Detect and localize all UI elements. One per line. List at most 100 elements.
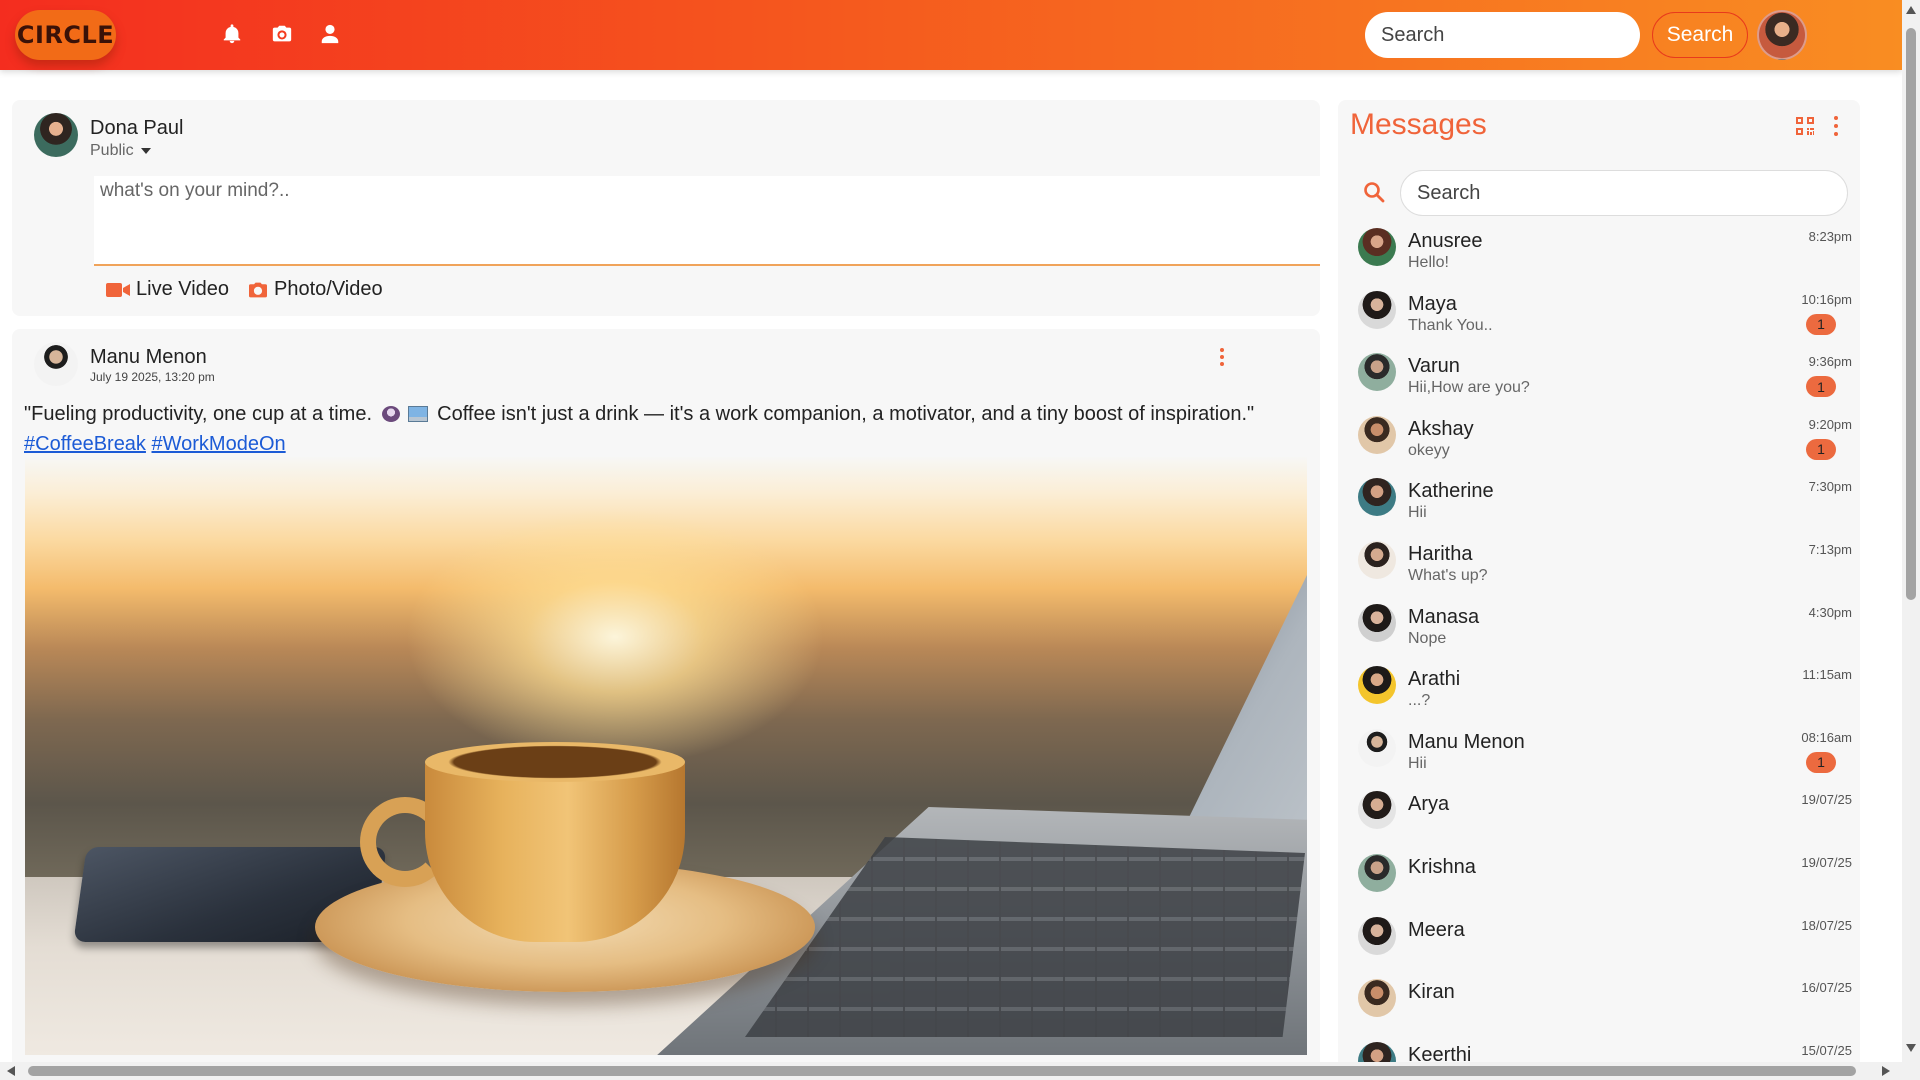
vertical-scrollbar[interactable] [1902,0,1920,1080]
live-video-label: Live Video [136,278,230,300]
horizontal-scrollbar[interactable] [0,1062,1902,1080]
message-time: 8:23pm [1808,229,1852,244]
last-message: okeyy [1408,441,1450,459]
message-time: 9:36pm [1808,354,1852,370]
contact-name: Arya [1408,793,1450,816]
conversation-item[interactable]: Katherine Hii 7:30pm [1338,472,1860,535]
privacy-selector[interactable]: Public [90,142,151,160]
conversation-item[interactable]: Anusree Hello! 8:23pm [1338,222,1860,285]
conversation-item[interactable]: Haritha What's up? 7:13pm [1338,535,1860,598]
camera-icon[interactable] [270,22,294,46]
privacy-label: Public [90,142,134,159]
scroll-right-arrow-icon[interactable] [1882,1066,1890,1076]
message-time: 9:20pm [1808,416,1852,432]
contact-name: Meera [1408,918,1465,941]
message-time: 19/07/25 [1801,792,1852,808]
laptop-emoji-icon [407,406,428,422]
contact-name: Akshay [1408,417,1474,440]
unread-badge: 1 [1806,751,1836,773]
message-time: 15/07/25 [1801,1042,1852,1058]
top-search-input[interactable] [1365,12,1640,58]
messages-title: Messages [1350,108,1487,141]
scroll-down-arrow-icon[interactable] [1906,1044,1916,1052]
conversation-item[interactable]: Maya Thank You.. 10:16pm 1 [1338,285,1860,348]
contact-name: Kiran [1408,981,1455,1004]
contact-avatar [1358,228,1396,266]
conversation-item[interactable]: Arya 19/07/25 [1338,785,1860,848]
coffee-cup-rim [425,742,685,782]
message-time: 08:16am [1801,729,1852,745]
photo-video-button[interactable]: Photo/Video [248,278,383,301]
post-text-part2: Coffee isn't just a drink — it's a work … [437,403,1255,425]
post-author-name[interactable]: Manu Menon [90,346,207,369]
contact-avatar [1358,916,1396,955]
contact-name: Katherine [1408,480,1494,503]
bell-icon[interactable] [220,22,244,46]
last-message: Hello! [1408,254,1449,271]
post-image[interactable] [25,457,1307,1055]
conversation-item[interactable]: Manasa Nope 4:30pm [1338,598,1860,661]
post-options-menu-icon[interactable] [1214,346,1230,368]
last-message: Hii [1408,754,1427,772]
app-logo[interactable]: CIRCLE [15,10,116,60]
conversation-item[interactable]: Akshay okeyy 9:20pm 1 [1338,410,1860,473]
top-navigation-bar: CIRCLE Search [0,0,1902,70]
contact-name: Manu Menon [1408,730,1525,753]
last-message: What's up? [1408,566,1488,584]
vertical-scroll-thumb[interactable] [1906,28,1916,600]
user-icon[interactable] [318,22,342,46]
contact-avatar [1358,353,1396,392]
camera-icon [249,282,267,297]
post-text-input[interactable] [94,176,1320,266]
conversation-item[interactable]: Krishna 19/07/25 [1338,848,1860,911]
message-time: 4:30pm [1808,604,1852,620]
contact-avatar [1358,603,1396,642]
contact-avatar [1358,979,1396,1018]
conversation-item[interactable]: Arathi ...? 11:15am [1338,660,1860,723]
conversation-item[interactable]: Meera 18/07/25 [1338,911,1860,974]
messages-options-icon[interactable] [1832,116,1840,136]
caret-down-icon [140,148,151,154]
profile-avatar[interactable] [1757,10,1807,60]
scroll-up-arrow-icon[interactable] [1906,6,1916,14]
qr-code-icon[interactable] [1795,116,1815,136]
conversation-item[interactable]: Varun Hii,How are you? 9:36pm 1 [1338,347,1860,410]
message-time: 10:16pm [1801,291,1852,307]
conversation-item[interactable]: Kiran 16/07/25 [1338,973,1860,1036]
hashtag-link[interactable]: #CoffeeBreak [24,433,146,455]
contact-name: Manasa [1408,605,1480,628]
last-message: Thank You.. [1408,316,1493,334]
contact-name: Anusree [1408,230,1483,252]
live-video-button[interactable]: Live Video [106,278,229,301]
coffee-emoji-icon [381,406,400,422]
contact-avatar [1358,666,1396,705]
messages-panel: Messages Anusree Hello! 8:23pm Maya Than… [1338,100,1860,1068]
post-composer: Dona Paul Public Live Video Photo/Video [12,100,1320,316]
post-author-avatar[interactable] [34,342,78,386]
messages-search-input[interactable] [1400,170,1848,216]
horizontal-scroll-thumb[interactable] [28,1066,1856,1076]
last-message: Hii,How are you? [1408,379,1530,397]
conversation-item[interactable]: Manu Menon Hii 08:16am 1 [1338,723,1860,786]
contact-avatar [1358,853,1396,892]
laptop-keyboard [745,837,1305,1037]
composer-user-name: Dona Paul [90,117,184,139]
message-time: 18/07/25 [1801,917,1852,933]
hashtag-link[interactable]: #WorkModeOn [152,433,286,455]
feed-post: Manu Menon July 19 2025, 13:20 pm "Fueli… [12,329,1320,1069]
message-time: 16/07/25 [1801,980,1852,996]
top-search-button[interactable]: Search [1652,12,1748,58]
contact-name: Krishna [1408,855,1476,878]
video-camera-icon [106,282,130,297]
unread-badge: 1 [1806,376,1836,398]
contact-avatar [1358,540,1396,579]
unread-badge: 1 [1806,313,1836,335]
photo-video-label: Photo/Video [274,278,383,300]
message-time: 7:30pm [1808,479,1852,495]
contact-avatar [1358,415,1396,454]
scroll-left-arrow-icon[interactable] [7,1066,15,1076]
coffee-cup [425,757,685,942]
message-time: 7:13pm [1808,541,1852,557]
conversation-list: Anusree Hello! 8:23pm Maya Thank You.. 1… [1338,222,1860,1068]
contact-name: Arathi [1408,668,1461,691]
